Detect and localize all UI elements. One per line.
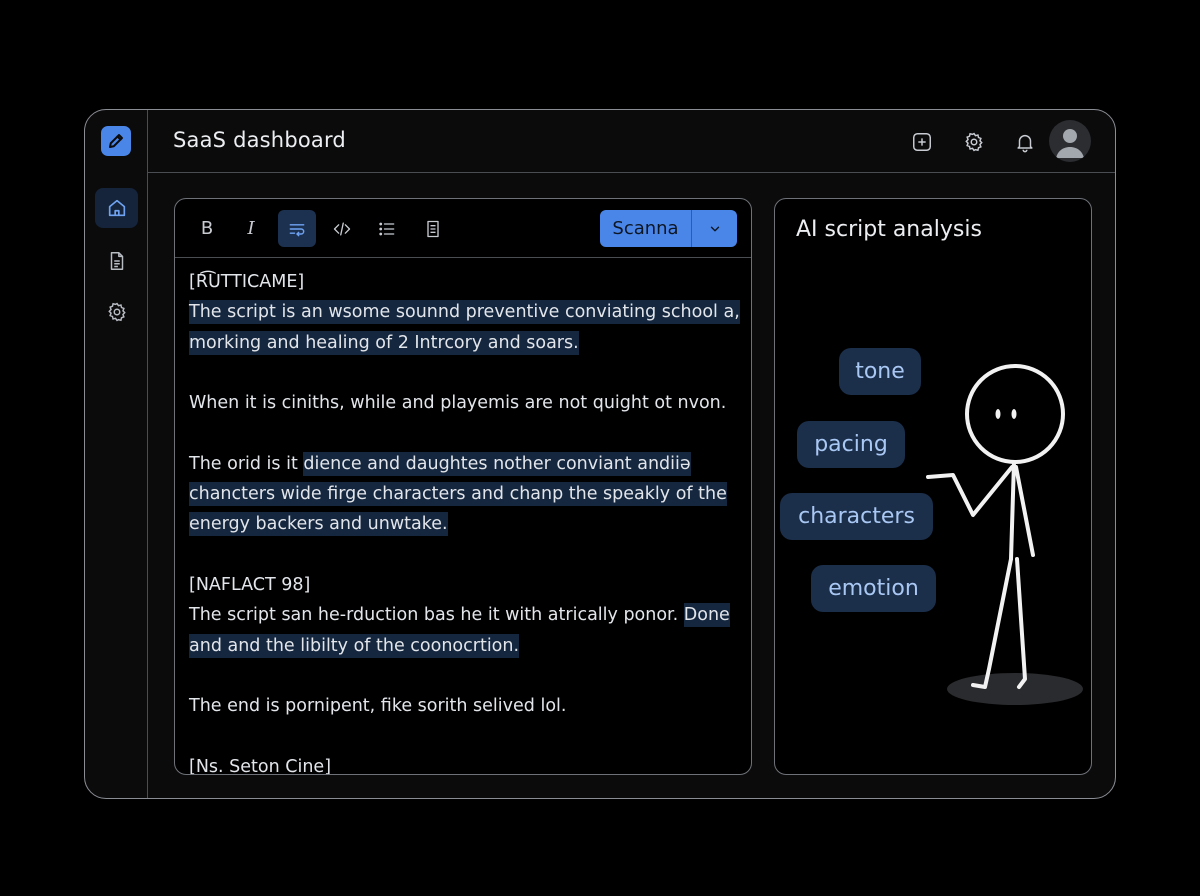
gear-icon	[965, 132, 983, 152]
add-icon	[913, 133, 931, 151]
highlighted-text: dience and daughtes nother conviant andi…	[303, 451, 691, 476]
script-line-text: The script san he-rduction bas he it wit…	[189, 605, 684, 626]
stick-figure-illustration	[926, 364, 1083, 705]
scan-button-group: Scanna	[600, 210, 737, 247]
bell-icon	[1017, 134, 1033, 153]
script-line-text: When it is ciniths, while and playemis a…	[189, 393, 727, 414]
tag-pacing[interactable]: pacing	[797, 421, 905, 468]
script-line	[189, 358, 741, 388]
document-icon	[427, 220, 439, 237]
script-text[interactable]: [R͡UTTICAME] The script is an wsome sounn…	[189, 267, 741, 774]
code-icon	[333, 222, 351, 235]
list-button[interactable]	[368, 210, 406, 247]
document-icon	[110, 252, 123, 270]
script-line-text: The end is pornipent, fike sorith selive…	[189, 696, 567, 717]
script-line: The orid is it dience and daughtes nothe…	[189, 449, 741, 479]
bold-icon: B	[200, 218, 214, 239]
editor-toolbar: B I Scanna	[175, 199, 751, 258]
home-icon	[108, 199, 125, 217]
notifications-button[interactable]	[1012, 129, 1038, 155]
script-line	[189, 661, 741, 691]
italic-button[interactable]: I	[232, 210, 270, 247]
italic-icon: I	[247, 218, 255, 239]
script-line: [Ns. Seton Cine]	[189, 752, 741, 775]
page-title: SaaS dashboard	[173, 128, 346, 152]
pencil-logo-icon[interactable]	[101, 126, 131, 156]
script-line: and and the libilty of the coonocrtion.	[189, 631, 741, 661]
script-editor: B I Scanna [R͡UTTICAME] The script is an…	[174, 198, 752, 775]
top-bar: SaaS dashboard	[148, 110, 1115, 173]
script-line	[189, 418, 741, 448]
script-line: [R͡UTTICAME]	[189, 267, 741, 297]
highlighted-text: The script is an wsome sounnd preventive…	[189, 300, 740, 325]
highlighted-text: and and the libilty of the coonocrtion.	[189, 633, 520, 658]
add-button[interactable]	[909, 129, 935, 155]
script-line-text: [Ns. Seton Cine]	[189, 756, 332, 775]
scan-dropdown-button[interactable]	[692, 210, 737, 247]
bold-button[interactable]: B	[188, 210, 226, 247]
analysis-title: AI script analysis	[796, 217, 982, 242]
script-line: When it is ciniths, while and playemis a…	[189, 388, 741, 418]
script-line: chancters wide firge characters and chan…	[189, 479, 741, 509]
document-button[interactable]	[414, 210, 452, 247]
script-line: morking and healing of 2 Intrcory and so…	[189, 328, 741, 358]
sidebar-item-settings[interactable]	[95, 292, 138, 332]
app-window: SaaS dashboard B I Scanna [R͡UTTICAME] T…	[84, 109, 1116, 799]
script-line: The script is an wsome sounnd preventive…	[189, 297, 741, 327]
settings-button[interactable]	[961, 129, 987, 155]
wrap-text-icon	[289, 223, 305, 236]
script-line: The end is pornipent, fike sorith selive…	[189, 691, 741, 721]
script-line-text: [R͡UTTICAME]	[189, 272, 305, 292]
chevron-down-icon	[710, 226, 719, 231]
tag-characters[interactable]: characters	[780, 493, 933, 540]
script-line	[189, 721, 741, 751]
scan-button[interactable]: Scanna	[600, 210, 692, 247]
gear-icon	[107, 302, 126, 322]
script-line-text: The orid is it	[189, 453, 304, 474]
sidebar	[85, 110, 148, 798]
wrap-button[interactable]	[278, 210, 316, 247]
highlighted-text: energy backers and unwtake.	[189, 512, 448, 537]
sidebar-item-home[interactable]	[95, 188, 138, 228]
avatar[interactable]	[1049, 120, 1091, 162]
tag-tone[interactable]: tone	[839, 348, 921, 395]
script-line-text: [NAFLACT 98]	[189, 574, 311, 595]
script-line	[189, 540, 741, 570]
script-line: [NAFLACT 98]	[189, 570, 741, 600]
sidebar-item-documents[interactable]	[95, 241, 138, 281]
script-line: energy backers and unwtake.	[189, 509, 741, 539]
highlighted-text: chancters wide firge characters and chan…	[189, 482, 727, 507]
script-line: The script san he-rduction bas he it wit…	[189, 600, 741, 630]
list-icon	[379, 222, 395, 235]
code-button[interactable]	[323, 210, 361, 247]
analysis-panel: AI script analysis tone pacing character…	[774, 198, 1092, 775]
highlighted-text: morking and healing of 2 Intrcory and so…	[189, 330, 579, 355]
highlighted-text: Done	[683, 603, 730, 628]
